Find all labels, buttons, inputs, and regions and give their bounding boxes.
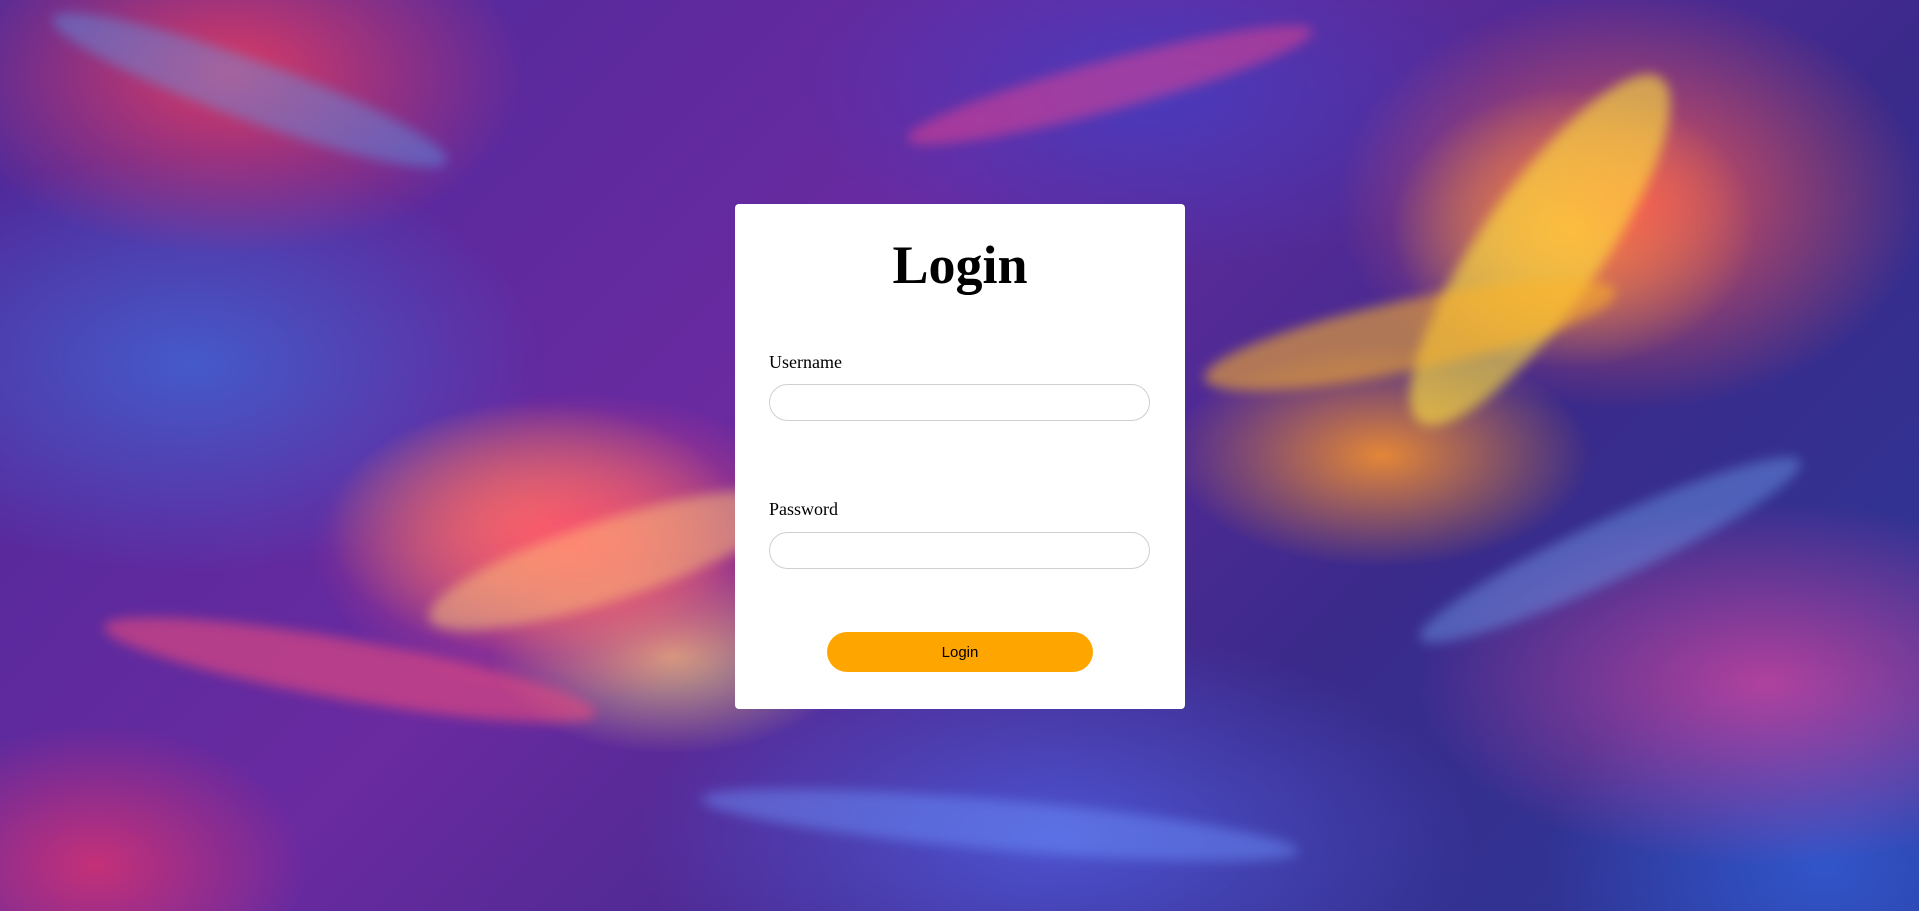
username-label: Username — [769, 352, 842, 372]
password-input[interactable] — [769, 532, 1150, 569]
login-button[interactable]: Login — [827, 632, 1093, 672]
password-label: Password — [769, 499, 839, 519]
login-card: Login Username Password Login — [735, 204, 1185, 709]
login-title: Login — [892, 235, 1028, 295]
username-input[interactable] — [769, 384, 1150, 421]
